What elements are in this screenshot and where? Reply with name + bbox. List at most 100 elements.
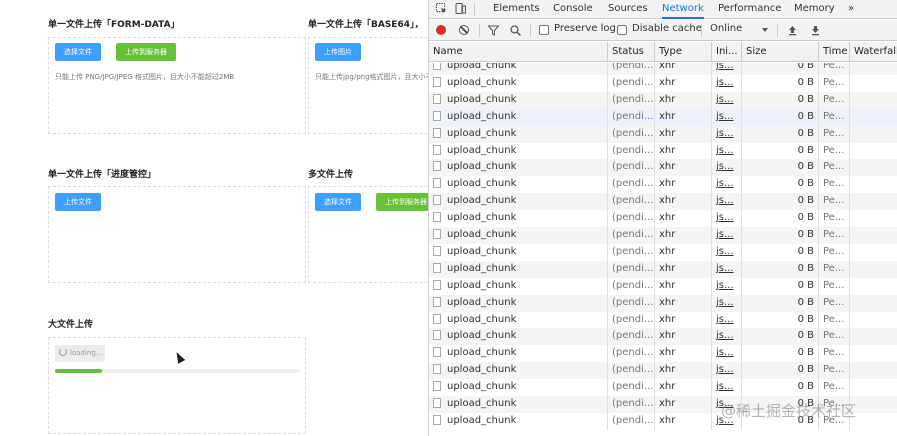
table-row[interactable]: upload_chunk (pendi... xhr js... 0 B Pe... — [429, 91, 897, 109]
request-size-cell: 0 B — [742, 159, 819, 177]
request-size-cell: 0 B — [742, 243, 819, 261]
more-tabs-button[interactable]: » — [848, 0, 854, 19]
request-name-cell: upload_chunk — [429, 63, 608, 75]
table-row[interactable]: upload_chunk (pendi... xhr js... 0 B Pe... — [429, 362, 897, 380]
waterfall-cell — [850, 227, 897, 244]
tab-performance[interactable]: Performance — [718, 0, 781, 19]
export-har-icon[interactable] — [810, 25, 821, 36]
request-size-cell: 0 B — [742, 91, 819, 109]
preserve-log-checkbox[interactable] — [539, 25, 549, 35]
waterfall-cell — [850, 244, 897, 261]
file-icon — [433, 229, 441, 239]
tab-elements[interactable]: Elements — [493, 0, 540, 19]
search-icon[interactable] — [510, 25, 521, 36]
column-time[interactable]: Time — [819, 42, 850, 62]
request-status-cell: (pendi... — [608, 294, 655, 312]
request-type-cell: xhr — [655, 243, 712, 261]
import-har-icon[interactable] — [787, 25, 798, 36]
request-initiator-cell: js... — [712, 176, 742, 194]
table-row[interactable]: upload_chunk (pendi... xhr js... 0 B Pe... — [429, 63, 897, 75]
request-name-cell: upload_chunk — [429, 412, 608, 430]
request-time-cell: Pe... — [819, 260, 850, 278]
chevron-down-icon — [762, 28, 768, 32]
table-row[interactable]: upload_chunk (pendi... xhr js... 0 B Pe... — [429, 142, 897, 160]
request-name: upload_chunk — [447, 414, 517, 426]
table-row[interactable]: upload_chunk (pendi... xhr js... 0 B Pe... — [429, 328, 897, 346]
select-file-button[interactable]: 选择文件 — [55, 43, 101, 61]
request-size-cell: 0 B — [742, 142, 819, 160]
file-icon — [433, 313, 441, 324]
column-size[interactable]: Size — [742, 42, 819, 62]
table-row[interactable]: upload_chunk (pendi... xhr js... 0 B Pe... — [429, 74, 897, 92]
request-name-cell: upload_chunk — [429, 379, 608, 397]
device-toolbar-icon[interactable] — [455, 3, 466, 14]
request-initiator-cell: js... — [712, 74, 742, 92]
column-name[interactable]: Name — [429, 42, 608, 62]
tab-console[interactable]: Console — [553, 0, 593, 19]
upload-file-button[interactable]: 上传文件 — [55, 193, 101, 211]
table-row[interactable]: upload_chunk (pendi... xhr js... 0 B Pe... — [429, 159, 897, 177]
column-type[interactable]: Type — [655, 42, 712, 62]
select-file-button[interactable]: 选择文件 — [315, 193, 361, 211]
upload-image-button[interactable]: 上传图片 — [315, 43, 361, 61]
table-row[interactable]: upload_chunk (pendi... xhr js... 0 B Pe... — [429, 294, 897, 312]
table-row[interactable]: upload_chunk (pendi... xhr js... 0 B Pe... — [429, 379, 897, 397]
upload-to-server-button[interactable]: 上传到服务器 — [116, 43, 176, 61]
request-initiator-cell: js... — [712, 210, 742, 228]
file-icon — [433, 144, 441, 155]
request-name-cell: upload_chunk — [429, 125, 608, 143]
disable-cache-checkbox[interactable] — [617, 25, 627, 35]
upload-page: 单一文件上传「FORM-DATA」 选择文件 上传到服务器 只能上传 PNG/J… — [0, 0, 428, 436]
file-icon — [433, 195, 441, 206]
table-row[interactable]: upload_chunk (pendi... xhr js... 0 B Pe... — [429, 193, 897, 211]
request-name-cell: upload_chunk — [429, 227, 608, 244]
clear-icon[interactable] — [459, 25, 469, 35]
request-initiator-cell: js... — [712, 193, 742, 211]
network-table-header: Name Status Type Ini... Size Time Waterf… — [429, 42, 897, 62]
request-time-cell: Pe... — [819, 210, 850, 228]
table-row[interactable]: upload_chunk (pendi... xhr js... 0 B Pe... — [429, 227, 897, 244]
progress-fill — [55, 369, 102, 373]
waterfall-cell — [850, 176, 897, 193]
tab-network[interactable]: Network — [662, 0, 704, 19]
request-name-cell: upload_chunk — [429, 396, 608, 413]
throttling-select[interactable]: Online — [710, 23, 742, 34]
request-time-cell: Pe... — [819, 125, 850, 143]
loading-label: loading... — [70, 349, 103, 357]
request-name: upload_chunk — [447, 229, 517, 240]
upload-tip: 只能上传jpg/png格式图片，且大小不能超过 — [315, 73, 428, 81]
file-icon — [433, 161, 441, 172]
table-row[interactable]: upload_chunk (pendi... xhr js... 0 B Pe... — [429, 210, 897, 228]
disable-cache-label: Disable cache — [632, 23, 702, 34]
table-row[interactable]: upload_chunk (pendi... xhr js... 0 B Pe... — [429, 345, 897, 363]
request-name-cell: upload_chunk — [429, 91, 608, 109]
filter-icon[interactable] — [488, 25, 499, 36]
loading-button[interactable]: loading... — [55, 345, 105, 362]
upload-to-server-button[interactable]: 上传到服务器 — [376, 193, 428, 211]
table-row[interactable]: upload_chunk (pendi... xhr js... 0 B Pe... — [429, 260, 897, 278]
table-row[interactable]: upload_chunk (pendi... xhr js... 0 B Pe... — [429, 176, 897, 194]
table-row[interactable]: upload_chunk (pendi... xhr js... 0 B Pe... — [429, 243, 897, 261]
waterfall-cell — [850, 92, 897, 109]
request-initiator-cell: js... — [712, 91, 742, 109]
section-title-base64: 单一文件上传「BASE64」， — [308, 20, 424, 30]
request-time-cell: Pe... — [819, 328, 850, 346]
column-initiator[interactable]: Ini... — [712, 42, 742, 62]
table-row[interactable]: upload_chunk (pendi... xhr js... 0 B Pe... — [429, 125, 897, 143]
tab-memory[interactable]: Memory — [794, 0, 835, 19]
inspect-element-icon[interactable] — [436, 3, 447, 14]
waterfall-cell — [850, 295, 897, 312]
table-row[interactable]: upload_chunk (pendi... xhr js... 0 B Pe... — [429, 277, 897, 295]
waterfall-cell — [850, 126, 897, 143]
request-name-cell: upload_chunk — [429, 159, 608, 177]
request-status-cell: (pendi... — [608, 108, 655, 126]
table-row[interactable]: upload_chunk (pendi... xhr js... 0 B Pe... — [429, 108, 897, 126]
column-waterfall[interactable]: Waterfall — [850, 42, 897, 62]
file-icon — [433, 93, 441, 104]
column-status[interactable]: Status — [608, 42, 655, 62]
table-row[interactable]: upload_chunk (pendi... xhr js... 0 B Pe... — [429, 311, 897, 329]
record-icon[interactable] — [436, 25, 446, 35]
request-status-cell: (pendi... — [608, 227, 655, 244]
tab-sources[interactable]: Sources — [608, 0, 648, 19]
request-time-cell: Pe... — [819, 159, 850, 177]
